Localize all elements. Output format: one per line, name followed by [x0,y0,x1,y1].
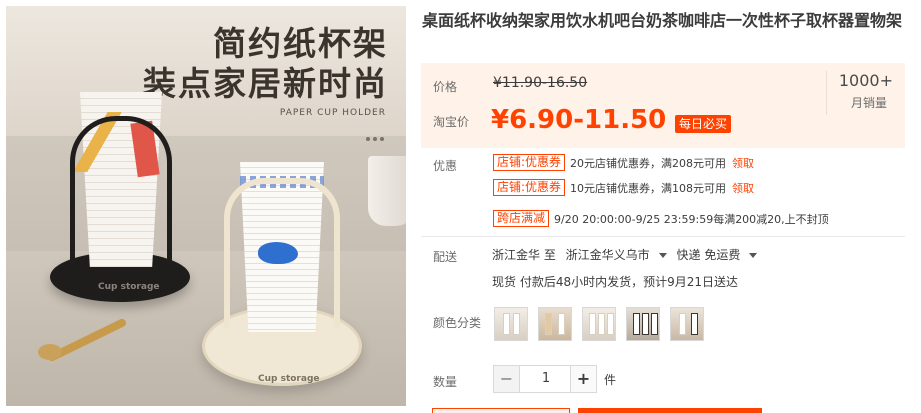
monthly-sales-label: 月销量 [850,96,887,110]
quantity-input[interactable]: 1 [520,366,572,392]
product-main-image[interactable]: 简约纸杯架 装点家居新时尚 PAPER CUP HOLDER Cup stora… [6,6,406,406]
coupon-text: 20元店铺优惠券，满208元可用 [570,156,727,170]
black-holder-frame [70,116,172,266]
delivery-row: 浙江金华 至 浙江金华义乌市 快递 免运费 [492,246,763,263]
spoon-head [38,344,62,360]
cross-store-discount-row: 跨店满减 9/20 20:00:00-9/25 23:59:59每满200减20,… [493,210,829,230]
coupon-tag: 店铺:优惠券 [493,179,566,196]
product-title: 桌面纸杯收纳架家用饮水机吧台奶茶咖啡店一次性杯子取杯器置物架 [422,11,903,30]
quantity-stepper: − 1 + [493,365,597,393]
sales-divider [826,71,827,115]
price-panel: 价格 ¥11.90-16.50 淘宝价 ¥6.90-11.50 每日必买 100… [421,63,905,148]
coupon-tag: 店铺:优惠券 [493,154,566,171]
variant-swatch-3[interactable] [582,307,617,341]
price-label: 价格 [433,80,458,94]
cream-holder-label: Cup storage [258,374,320,384]
black-cup-holder: Cup storage [50,92,190,302]
promotions-section: 优惠 店铺:优惠券 20元店铺优惠券，满208元可用 领取 店铺:优惠券 10元店铺优… [421,148,905,236]
promo-price-label: 淘宝价 [433,115,470,129]
delivery-destination: 浙江金华义乌市 [565,248,650,262]
image-headline-line-1: 简约纸杯架 [213,24,388,63]
cream-holder-frame [224,178,340,328]
original-price: ¥11.90-16.50 [493,75,588,91]
cream-cup-holder: Cup storage [202,156,362,396]
chevron-down-icon [658,253,667,258]
variant-swatch-2[interactable] [538,307,573,341]
delivery-origin: 浙江金华 至 [492,248,556,262]
coupon-text: 10元店铺优惠券，满108元可用 [570,181,727,195]
promo-price: ¥6.90-11.50 [491,105,667,135]
quantity-unit: 件 [604,373,617,387]
chevron-down-icon [749,253,758,258]
coupon-row: 店铺:优惠券 10元店铺优惠券，满108元可用 领取 [493,179,754,199]
shipping-note: 现货 付款后48小时内发货，预计9月21日送达 [492,275,738,289]
variant-swatch-1[interactable] [494,307,528,341]
quantity-decrease-button[interactable]: − [494,366,520,392]
quantity-increase-button[interactable]: + [570,366,596,392]
image-caption: PAPER CUP HOLDER [279,108,386,118]
variant-swatch-5[interactable] [670,307,705,341]
variant-label: 颜色分类 [433,316,482,330]
cross-store-discount-tag[interactable]: 跨店满减 [493,210,550,227]
daily-deal-badge: 每日必买 [675,115,732,133]
monthly-sales-count: 1000+ [838,71,893,90]
black-holder-label: Cup storage [98,282,160,292]
delivery-method: 快递 免运费 [676,248,741,262]
delivery-destination-select[interactable]: 浙江金华义乌市 [566,248,667,262]
buy-now-button[interactable] [432,408,570,413]
quantity-label: 数量 [433,375,458,389]
background-mug [368,156,406,226]
variant-swatch-4[interactable] [626,307,661,341]
claim-coupon-link[interactable]: 领取 [732,157,754,170]
image-carousel-dots [363,126,384,145]
claim-coupon-link[interactable]: 领取 [732,182,754,195]
cross-store-discount-text: 9/20 20:00:00-9/25 23:59:59每满200减20,上不封顶 [554,212,829,226]
promotions-label: 优惠 [433,159,458,173]
delivery-method-select[interactable]: 快递 免运费 [677,248,758,262]
delivery-label: 配送 [433,250,458,264]
coupon-row: 店铺:优惠券 20元店铺优惠券，满208元可用 领取 [493,154,754,174]
variant-swatches [494,307,709,341]
section-divider [421,236,905,237]
add-to-cart-button[interactable] [578,408,762,413]
